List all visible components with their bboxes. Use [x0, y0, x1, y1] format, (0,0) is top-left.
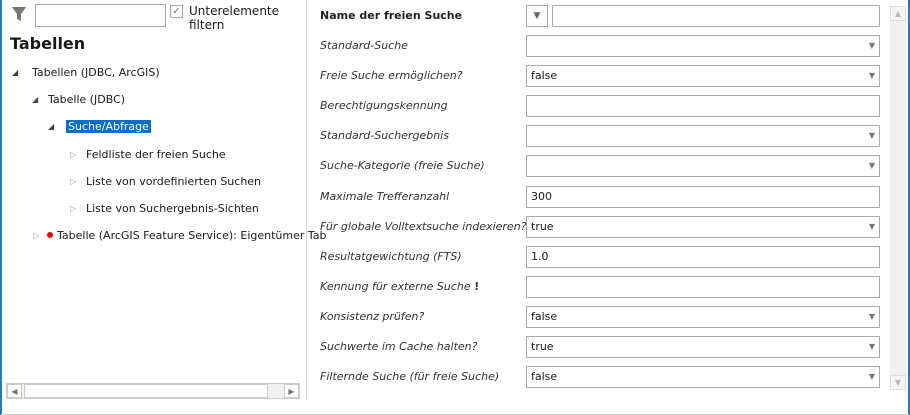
scroll-right-button[interactable]: ▶ — [284, 384, 299, 398]
property-row: Konsistenz prüfen? false ▼ — [320, 306, 880, 328]
property-select[interactable]: ▼ — [526, 125, 880, 147]
tree-node-selected[interactable]: ◢ Suche/Abfrage — [48, 119, 151, 135]
property-select[interactable]: true ▼ — [526, 336, 880, 358]
property-select[interactable]: false ▼ — [526, 366, 880, 388]
vertical-scrollbar[interactable]: ▲ ▼ — [890, 6, 906, 390]
property-select[interactable]: ▼ — [526, 35, 880, 57]
expanded-icon[interactable]: ◢ — [32, 92, 38, 108]
scrollbar-thumb[interactable] — [24, 384, 268, 398]
tree-node[interactable]: ▷ Liste von Suchergebnis-Sichten — [70, 201, 259, 217]
property-input[interactable] — [526, 276, 880, 298]
tree-node[interactable]: ▷ Liste von vordefinierten Suchen — [70, 174, 261, 190]
property-row: Standard-Suchergebnis ▼ — [320, 125, 880, 147]
error-dot-icon — [47, 232, 53, 238]
tree-node[interactable]: ◢ Tabelle (JDBC) — [32, 92, 125, 108]
property-row: Maximale Trefferanzahl 300 — [320, 186, 880, 208]
collapsed-icon[interactable]: ▷ — [70, 174, 76, 190]
collapsed-icon[interactable]: ▷ — [70, 147, 76, 163]
dropdown-arrow-icon: ▼ — [868, 71, 875, 80]
filter-children-checkbox[interactable]: ✓ — [170, 5, 183, 18]
scroll-up-button[interactable]: ▲ — [890, 6, 906, 21]
dropdown-arrow-icon: ▼ — [868, 222, 875, 231]
property-row: Suche-Kategorie (freie Suche) ▼ — [320, 155, 880, 177]
dropdown-arrow-icon: ▼ — [868, 131, 875, 140]
property-row: Für globale Volltextsuche indexieren? tru… — [320, 216, 880, 238]
property-row: Standard-Suche ▼ — [320, 35, 880, 57]
property-row: Suchwerte im Cache halten? true ▼ — [320, 336, 880, 358]
property-row: Resultatgewichtung (FTS) 1.0 — [320, 246, 880, 268]
dropdown-arrow-icon: ▼ — [868, 41, 875, 50]
tree-node[interactable]: ◢ Tabellen (JDBC, ArcGIS) — [12, 65, 160, 81]
property-input[interactable]: 300 — [526, 186, 880, 208]
tree-node[interactable]: ▷ Tabelle (ArcGIS Feature Service): Eigen… — [33, 228, 327, 244]
tree-panel: ✓ Unterelemente filtern Tabellen ◢ Tabell… — [2, 0, 327, 402]
horizontal-scrollbar[interactable]: ◀ ▶ — [6, 383, 300, 399]
required-mark: ! — [474, 280, 480, 293]
property-row: Filternde Suche (für freie Suche) false ▼ — [320, 366, 880, 388]
dropdown-arrow-icon: ▼ — [868, 312, 875, 321]
property-input[interactable] — [526, 95, 880, 117]
property-select[interactable]: ▼ — [526, 155, 880, 177]
scroll-down-button[interactable]: ▼ — [890, 375, 906, 390]
property-row: Freie Suche ermöglichen? false ▼ — [320, 65, 880, 87]
name-input[interactable] — [552, 5, 880, 27]
property-select[interactable]: false ▼ — [526, 65, 880, 87]
property-select[interactable]: true ▼ — [526, 216, 880, 238]
property-row: Berechtigungskennung — [320, 95, 880, 117]
filter-input[interactable] — [35, 4, 166, 27]
expanded-icon[interactable]: ◢ — [48, 119, 54, 135]
splitter[interactable] — [306, 0, 307, 400]
dropdown-arrow-icon: ▼ — [868, 342, 875, 351]
property-row: Kennung für externe Suche ! — [320, 276, 880, 298]
name-dropdown-button[interactable]: ▼ — [526, 5, 548, 27]
dropdown-arrow-icon: ▼ — [868, 372, 875, 381]
dropdown-arrow-icon: ▼ — [868, 161, 875, 170]
property-row: Name der freien Suche ▼ — [320, 5, 880, 27]
expanded-icon[interactable]: ◢ — [12, 65, 18, 81]
collapsed-icon[interactable]: ▷ — [70, 201, 76, 217]
filter-children-label: Unterelemente filtern — [189, 4, 280, 32]
filter-icon[interactable] — [11, 6, 27, 22]
tree-node[interactable]: ▷ Feldliste der freien Suche — [70, 147, 226, 163]
property-input[interactable]: 1.0 — [526, 246, 880, 268]
property-select[interactable]: false ▼ — [526, 306, 880, 328]
tree-title: Tabellen — [10, 34, 86, 53]
collapsed-icon[interactable]: ▷ — [33, 228, 39, 244]
scroll-left-button[interactable]: ◀ — [7, 384, 22, 398]
